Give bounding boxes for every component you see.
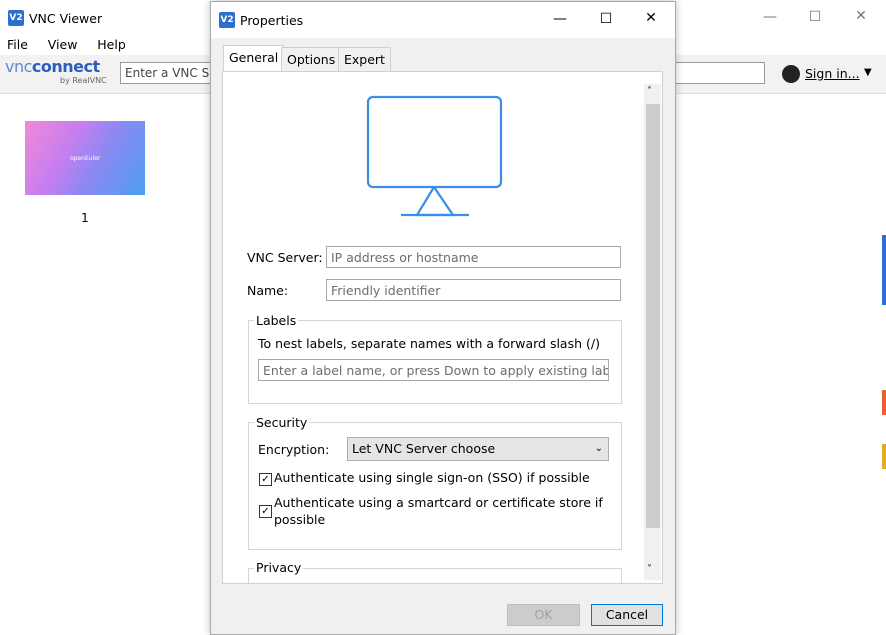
scroll-up-icon[interactable]: ˄	[647, 86, 652, 97]
main-window-title: VNC Viewer	[29, 11, 103, 26]
tab-options[interactable]: Options	[281, 47, 342, 73]
close-icon[interactable]: ✕	[636, 10, 666, 26]
connection-thumbnail[interactable]: openEuler	[25, 121, 145, 195]
chevron-down-icon: ⌄	[594, 443, 603, 454]
maximize-icon[interactable]: ☐	[800, 9, 830, 25]
properties-dialog: V2 Properties — ☐ ✕ General Options Expe…	[210, 1, 676, 635]
thumbnail-label: 1	[81, 211, 89, 225]
sso-checkbox[interactable]: ✓	[259, 473, 272, 486]
tab-expert[interactable]: Expert	[338, 47, 391, 73]
chevron-down-icon[interactable]: ▼	[864, 67, 872, 78]
general-panel: VNC Server: IP address or hostname Name:…	[222, 71, 663, 584]
security-group-title: Security	[254, 415, 310, 430]
menu-view[interactable]: View	[48, 37, 78, 52]
minimize-icon[interactable]: —	[755, 9, 785, 25]
name-input[interactable]: Friendly identifier	[326, 279, 621, 301]
background-window-fragment	[882, 444, 886, 469]
background-window-fragment	[882, 390, 886, 415]
cancel-button[interactable]: Cancel	[591, 604, 663, 626]
dialog-title: Properties	[240, 13, 304, 28]
sso-checkbox-label[interactable]: Authenticate using single sign-on (SSO) …	[274, 470, 590, 485]
sign-in-link[interactable]: Sign in...	[805, 66, 860, 81]
vnc-connect-logo: vncconnect	[5, 57, 100, 76]
name-label: Name:	[247, 283, 289, 298]
smartcard-checkbox-label-line2[interactable]: possible	[274, 512, 325, 527]
maximize-icon[interactable]: ☐	[591, 11, 621, 27]
privacy-group-title: Privacy	[254, 560, 304, 575]
logo-subtitle: by RealVNC	[60, 76, 107, 85]
encryption-label: Encryption:	[258, 442, 330, 457]
menu-file[interactable]: File	[7, 37, 28, 52]
tab-general[interactable]: General	[223, 45, 285, 73]
avatar-icon	[782, 65, 800, 83]
scrollbar-thumb[interactable]	[646, 104, 660, 528]
dialog-titlebar: V2 Properties — ☐ ✕	[211, 2, 675, 38]
privacy-group	[248, 568, 622, 583]
labels-group-title: Labels	[254, 313, 299, 328]
scroll-down-icon[interactable]: ˅	[647, 564, 652, 575]
background-window-fragment	[882, 235, 886, 305]
vnc-viewer-icon: V2	[219, 12, 235, 28]
menu-help[interactable]: Help	[97, 37, 126, 52]
monitor-icon	[366, 95, 503, 217]
labels-hint: To nest labels, separate names with a fo…	[258, 336, 600, 351]
vnc-server-input[interactable]: IP address or hostname	[326, 246, 621, 268]
ok-button[interactable]: OK	[507, 604, 580, 626]
thumbnail-caption: openEuler	[70, 155, 101, 162]
vnc-viewer-icon: V2	[8, 10, 24, 26]
smartcard-checkbox[interactable]: ✓	[259, 505, 272, 518]
close-icon[interactable]: ✕	[846, 8, 876, 24]
main-menubar: File View Help	[7, 37, 142, 52]
encryption-select[interactable]: Let VNC Server choose ⌄	[347, 437, 609, 461]
minimize-icon[interactable]: —	[545, 11, 575, 27]
vnc-server-label: VNC Server:	[247, 250, 323, 265]
search-input-extension[interactable]	[672, 62, 765, 84]
encryption-value: Let VNC Server choose	[352, 441, 496, 456]
labels-input[interactable]: Enter a label name, or press Down to app…	[258, 359, 609, 381]
smartcard-checkbox-label-line1[interactable]: Authenticate using a smartcard or certif…	[274, 495, 603, 510]
